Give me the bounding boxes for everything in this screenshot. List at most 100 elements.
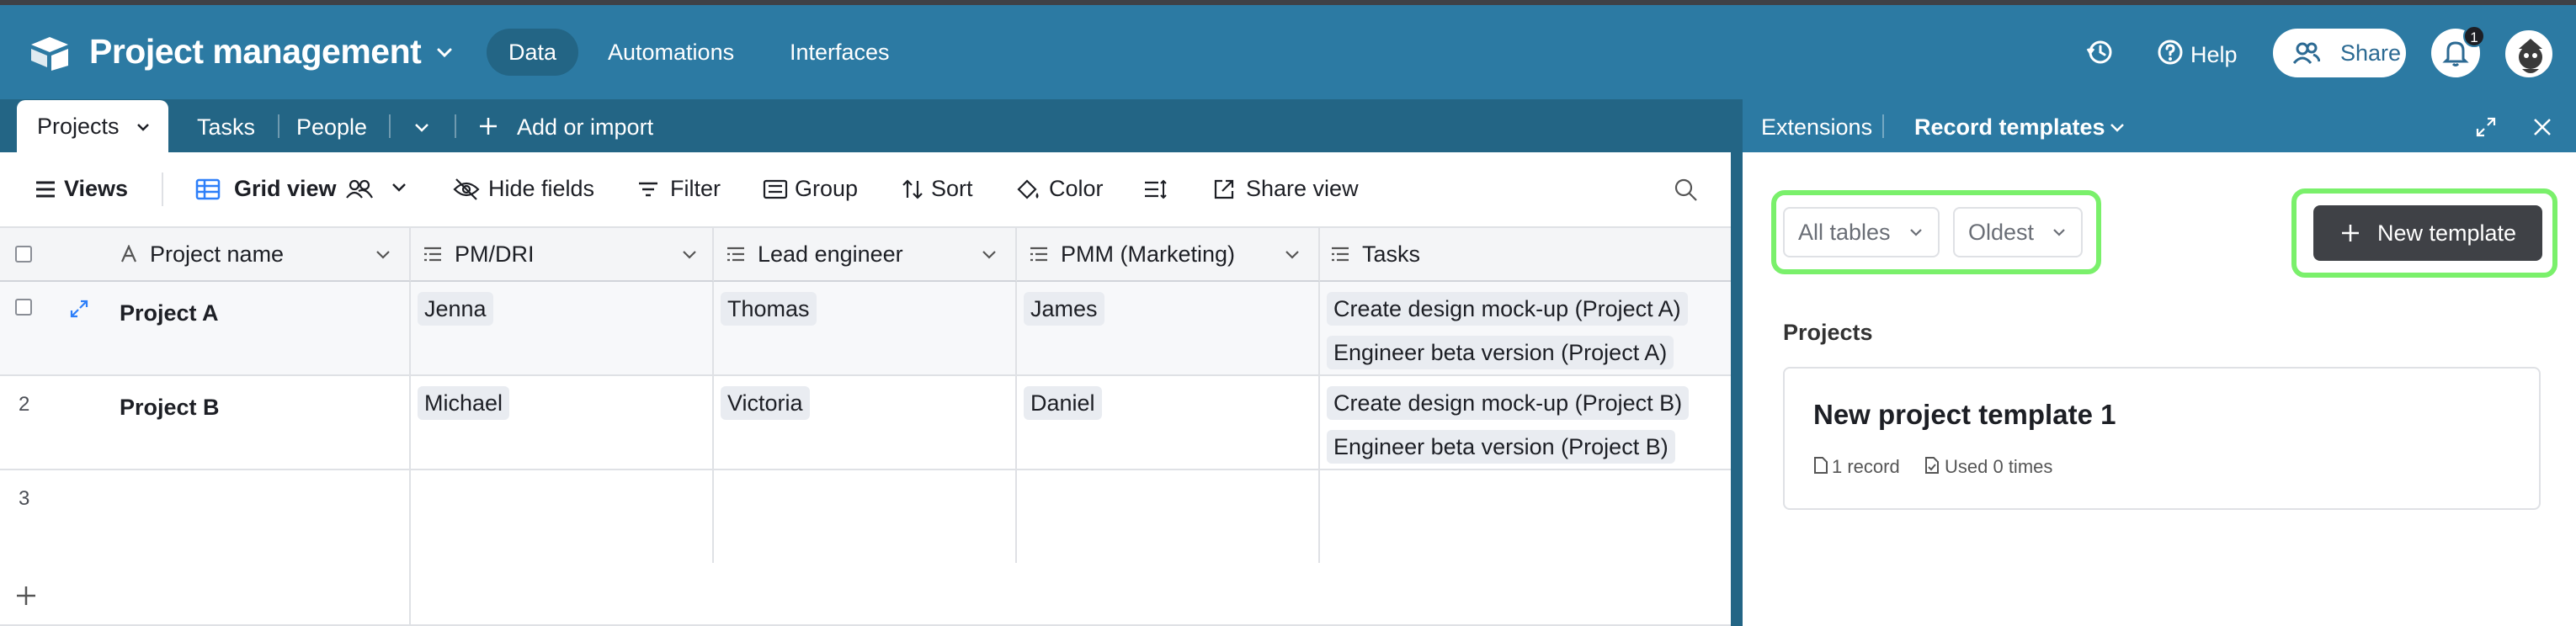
toolbar-divider — [162, 172, 163, 206]
project-name: Project B — [120, 395, 220, 420]
new-template-button[interactable]: New template — [2313, 205, 2542, 261]
tab-people[interactable]: People — [296, 114, 367, 141]
plus-icon — [2342, 225, 2359, 241]
lead-cell[interactable]: Victoria — [714, 376, 1017, 470]
chevron-down-icon[interactable] — [374, 245, 392, 263]
record-templates-tab[interactable]: Record templates — [1914, 114, 2105, 141]
nav-data[interactable]: Data — [487, 29, 579, 76]
base-title[interactable]: Project management — [89, 32, 422, 72]
primary-column-header: Project name — [0, 228, 411, 282]
sort-button[interactable]: Sort — [931, 176, 973, 202]
tab-divider — [389, 114, 391, 138]
nav-interfaces[interactable]: Interfaces — [768, 29, 912, 76]
tasks-cell[interactable]: Create design mock-up (Project B) Engine… — [1320, 376, 1731, 470]
expand-icon[interactable] — [2475, 116, 2497, 138]
pm-cell[interactable] — [411, 470, 714, 565]
new-template-label: New template — [2377, 220, 2517, 246]
pmm-cell[interactable]: James — [1017, 282, 1320, 376]
views-button[interactable]: Views — [64, 176, 128, 202]
eye-off-icon — [453, 178, 480, 200]
avatar[interactable] — [2505, 30, 2552, 77]
text-field-icon — [120, 245, 137, 263]
tab-tasks[interactable]: Tasks — [197, 114, 255, 141]
close-icon[interactable] — [2532, 117, 2552, 137]
add-record-row[interactable] — [0, 563, 1731, 626]
row-height-icon[interactable] — [1143, 178, 1168, 201]
pmm-cell[interactable] — [1017, 470, 1320, 565]
chevron-down-icon — [1910, 229, 1922, 236]
column-header-label[interactable]: Project name — [150, 228, 284, 280]
table-row[interactable]: 2 Project B Michael Victoria Daniel Crea… — [0, 376, 1731, 470]
notification-badge: 1 — [2463, 25, 2485, 47]
pm-cell[interactable]: Jenna — [411, 282, 714, 376]
pmm-cell[interactable]: Daniel — [1017, 376, 1320, 470]
primary-cell[interactable]: 3 — [0, 470, 411, 565]
color-button[interactable]: Color — [1049, 176, 1104, 202]
task-link[interactable]: Engineer beta version (Project B) — [1327, 430, 1675, 464]
primary-cell[interactable]: 2 Project B — [0, 376, 411, 470]
history-icon[interactable] — [2084, 37, 2115, 67]
grid-view-button[interactable]: Grid view — [234, 176, 337, 202]
group-icon — [763, 179, 788, 199]
chevron-down-icon — [2053, 229, 2065, 236]
lead-cell[interactable]: Thomas — [714, 282, 1017, 376]
expand-record-icon[interactable] — [69, 299, 89, 319]
more-tables-chevron-icon[interactable] — [412, 118, 431, 136]
pm-cell[interactable]: Michael — [411, 376, 714, 470]
help-icon[interactable] — [2155, 37, 2185, 67]
task-link[interactable]: Engineer beta version (Project A) — [1327, 336, 1674, 369]
project-name: Project A — [120, 300, 219, 326]
lead-cell[interactable] — [714, 470, 1017, 565]
share-view-button[interactable]: Share view — [1246, 176, 1359, 202]
help-label[interactable]: Help — [2190, 42, 2238, 68]
app-header: Project management Data Automations Inte… — [0, 5, 2576, 99]
panel-divider[interactable] — [1731, 99, 1743, 626]
chevron-down-icon[interactable] — [2108, 118, 2126, 136]
search-icon[interactable] — [1674, 178, 1699, 203]
collaborative-view-icon — [346, 179, 373, 199]
table-row[interactable]: Project A Jenna Thomas James Create desi… — [0, 282, 1731, 376]
chevron-down-icon[interactable] — [680, 245, 699, 263]
chevron-down-icon[interactable] — [980, 245, 998, 263]
add-or-import-button[interactable]: Add or import — [517, 114, 653, 141]
section-title: Projects — [1783, 320, 1873, 345]
table-tabs-bar: Projects Tasks People Add or import — [0, 99, 1731, 152]
task-link[interactable]: Create design mock-up (Project B) — [1327, 386, 1690, 420]
extensions-tab[interactable]: Extensions — [1761, 114, 1872, 141]
records-grid: Project name PM/DRI Lead engineer PMM (M… — [0, 228, 1731, 626]
tasks-cell[interactable]: Create design mock-up (Project A) Engine… — [1320, 282, 1731, 376]
primary-cell[interactable]: Project A — [0, 282, 411, 376]
view-toolbar: Views Grid view Hide fields Filter Group… — [0, 152, 1731, 228]
pmm-value: Daniel — [1024, 386, 1102, 420]
base-logo-icon[interactable] — [29, 35, 71, 71]
task-link[interactable]: Create design mock-up (Project A) — [1327, 292, 1688, 326]
column-header-label[interactable]: PM/DRI — [455, 228, 535, 280]
pm-value: Michael — [418, 386, 510, 420]
template-card[interactable]: New project template 1 1 record Used 0 t… — [1783, 367, 2541, 510]
tasks-cell[interactable] — [1320, 470, 1731, 565]
table-filter-dropdown[interactable]: All tables — [1783, 207, 1940, 257]
column-header-label[interactable]: Tasks — [1362, 228, 1420, 280]
plus-icon[interactable] — [15, 585, 37, 607]
tab-projects[interactable]: Projects — [17, 100, 168, 152]
chevron-down-icon[interactable] — [389, 178, 409, 198]
table-filter-value: All tables — [1798, 220, 1891, 245]
chevron-down-icon[interactable] — [434, 42, 455, 62]
group-button[interactable]: Group — [795, 176, 858, 202]
column-header-tasks: Tasks — [1320, 228, 1731, 282]
column-header-label[interactable]: PMM (Marketing) — [1061, 228, 1235, 280]
menu-icon[interactable] — [34, 178, 57, 201]
sort-order-dropdown[interactable]: Oldest — [1953, 207, 2083, 257]
chevron-down-icon[interactable] — [1283, 245, 1301, 263]
hide-fields-button[interactable]: Hide fields — [488, 176, 594, 202]
column-header-label[interactable]: Lead engineer — [758, 228, 903, 280]
extensions-panel: Extensions Record templates — [1743, 99, 2576, 626]
filter-button[interactable]: Filter — [670, 176, 721, 202]
tab-divider — [278, 114, 279, 138]
table-row[interactable]: 3 — [0, 470, 1731, 565]
row-checkbox[interactable] — [15, 299, 32, 316]
plus-icon[interactable] — [478, 116, 498, 136]
select-all-checkbox[interactable] — [15, 246, 32, 263]
nav-automations[interactable]: Automations — [586, 29, 756, 76]
share-button[interactable]: Share — [2273, 29, 2406, 77]
